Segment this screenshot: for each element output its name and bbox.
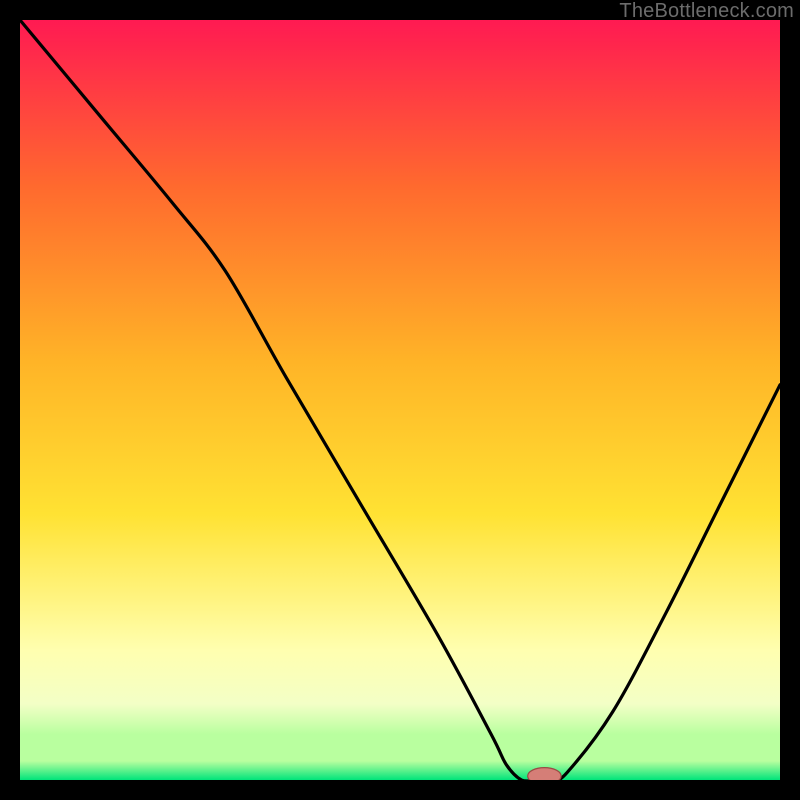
chart-background <box>20 20 780 780</box>
optimum-marker <box>528 768 561 780</box>
chart-plot-area <box>20 20 780 780</box>
chart-frame: TheBottleneck.com <box>0 0 800 800</box>
chart-svg <box>20 20 780 780</box>
